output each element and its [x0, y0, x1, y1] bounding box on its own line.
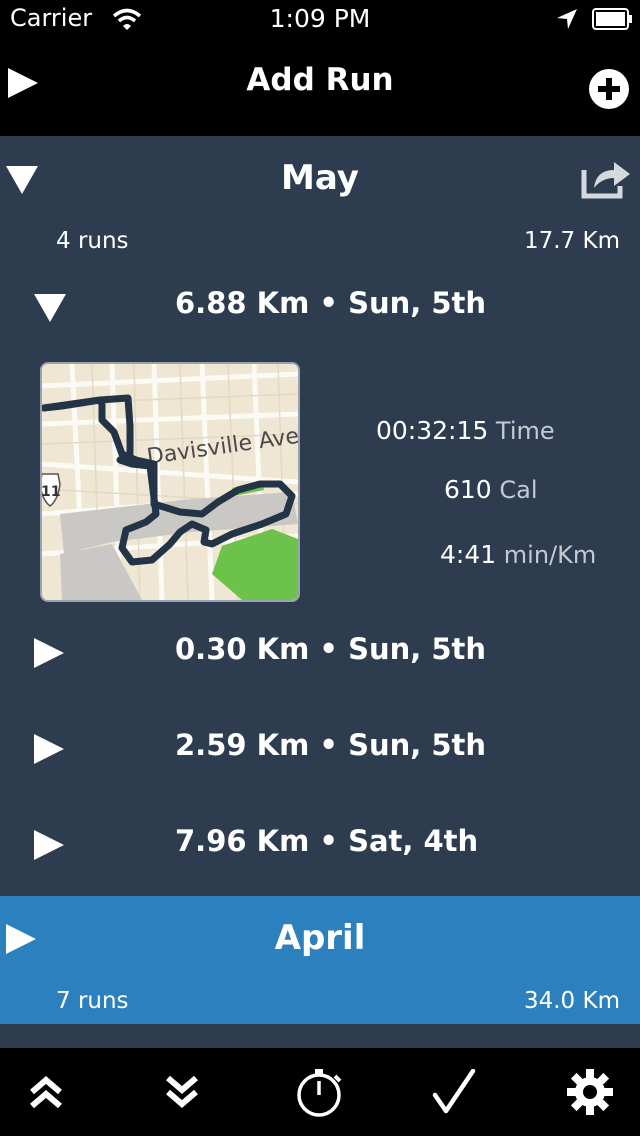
run-calories-unit: Cal	[499, 476, 538, 504]
checkmark-icon[interactable]	[424, 1064, 484, 1120]
run-pace-unit: min/Km	[503, 541, 597, 569]
month-run-count: 4 runs	[56, 228, 129, 254]
clock: 1:09 PM	[269, 4, 371, 33]
expand-all-icon[interactable]	[152, 1064, 212, 1120]
month-title: April	[274, 918, 366, 958]
run-time-stat: 00:32:15 Time	[376, 416, 555, 445]
run-row[interactable]: 2.59 Km • Sun, 5th	[0, 716, 640, 780]
map-shield-label: 11	[42, 484, 60, 500]
run-title: 0.30 Km • Sun, 5th	[175, 632, 487, 666]
expand-triangle-icon[interactable]	[32, 828, 66, 866]
expand-triangle-icon[interactable]	[32, 732, 66, 770]
month-section-april[interactable]: April 7 runs 34.0 Km	[0, 896, 640, 1024]
run-row[interactable]: 7.96 Km • Sat, 4th	[0, 812, 640, 876]
list-empty-area	[0, 1024, 640, 1048]
run-time-unit: Time	[495, 417, 555, 445]
run-title: 7.96 Km • Sat, 4th	[175, 824, 479, 858]
nav-bar: Add Run	[0, 40, 640, 136]
month-distance: 17.7 Km	[523, 228, 620, 254]
run-calories-value: 610	[444, 475, 492, 504]
gear-icon[interactable]	[560, 1064, 620, 1120]
page-title: Add Run	[246, 62, 394, 98]
run-time-value: 00:32:15	[376, 416, 489, 445]
route-map[interactable]: Davisville Ave 11	[40, 362, 300, 602]
month-distance: 34.0 Km	[523, 988, 620, 1014]
run-title: 2.59 Km • Sun, 5th	[175, 728, 487, 762]
share-icon[interactable]	[580, 156, 632, 204]
expand-triangle-icon[interactable]	[32, 636, 66, 674]
add-circle-icon[interactable]	[588, 68, 630, 114]
run-pace-stat: 4:41 min/Km	[440, 540, 596, 569]
month-run-count: 7 runs	[56, 988, 129, 1014]
run-title: 6.88 Km • Sun, 5th	[175, 286, 487, 320]
run-pace-value: 4:41	[440, 540, 497, 569]
run-row[interactable]: 6.88 Km • Sun, 5th	[0, 274, 640, 338]
bottom-toolbar	[0, 1048, 640, 1136]
collapse-all-icon[interactable]	[16, 1064, 76, 1120]
month-title: May	[281, 158, 359, 198]
status-bar: Carrier 1:09 PM	[0, 0, 640, 40]
stopwatch-icon[interactable]	[290, 1064, 350, 1120]
collapse-triangle-icon[interactable]	[32, 292, 68, 328]
run-calories-stat: 610 Cal	[444, 475, 538, 504]
location-arrow-icon	[556, 8, 578, 34]
month-section-may: May 4 runs 17.7 Km 6.88 Km • Sun, 5th Da…	[0, 136, 640, 896]
run-row[interactable]: 0.30 Km • Sun, 5th	[0, 620, 640, 684]
battery-icon	[592, 8, 634, 34]
